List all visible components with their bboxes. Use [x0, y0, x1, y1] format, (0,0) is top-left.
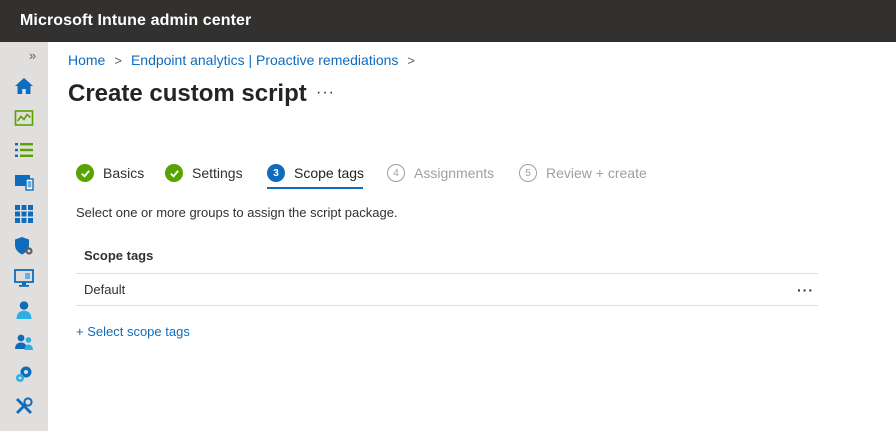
- apps-icon[interactable]: [14, 204, 34, 224]
- more-options-button[interactable]: ···: [316, 84, 335, 102]
- check-circle-icon: [165, 164, 183, 182]
- breadcrumb: Home > Endpoint analytics | Proactive re…: [68, 52, 424, 68]
- active-step-indicator: [267, 187, 363, 189]
- dashboard-icon[interactable]: [14, 108, 34, 128]
- step-scope-tags[interactable]: 3 Scope tags: [267, 162, 364, 184]
- step-number-badge: 4: [387, 164, 405, 182]
- step-basics[interactable]: Basics: [76, 162, 144, 184]
- row-more-options-button[interactable]: ···: [797, 274, 814, 306]
- step-description: Select one or more groups to assign the …: [76, 205, 398, 220]
- expand-nav-button[interactable]: »: [29, 48, 36, 63]
- reports-icon[interactable]: [14, 268, 34, 288]
- scope-tags-table: Scope tags Default ···: [76, 241, 818, 306]
- step-label: Basics: [103, 165, 145, 181]
- step-number-badge: 3: [267, 164, 285, 182]
- page-title: Create custom script: [68, 80, 307, 107]
- step-label: Settings: [192, 165, 243, 181]
- check-circle-icon: [76, 164, 94, 182]
- users-icon[interactable]: [14, 300, 34, 320]
- troubleshooting-icon[interactable]: [14, 396, 34, 416]
- breadcrumb-separator: >: [407, 52, 415, 68]
- left-nav: »: [0, 42, 48, 431]
- home-icon[interactable]: [14, 76, 34, 96]
- step-label: Scope tags: [294, 165, 365, 181]
- breadcrumb-proactive-remediations[interactable]: Endpoint analytics | Proactive remediati…: [131, 52, 398, 68]
- top-bar: Microsoft Intune admin center: [0, 0, 896, 42]
- tenant-admin-icon[interactable]: [14, 364, 34, 384]
- groups-icon[interactable]: [14, 332, 34, 352]
- step-label: Review + create: [546, 165, 647, 181]
- step-assignments[interactable]: 4 Assignments: [387, 162, 494, 184]
- endpoint-security-icon[interactable]: [14, 236, 34, 256]
- devices-icon[interactable]: [14, 172, 34, 192]
- breadcrumb-home[interactable]: Home: [68, 52, 105, 68]
- column-header-scope-tags[interactable]: Scope tags: [76, 241, 818, 274]
- table-row[interactable]: Default ···: [76, 274, 818, 306]
- scope-tag-name: Default: [84, 282, 126, 297]
- step-review-create[interactable]: 5 Review + create: [519, 162, 647, 184]
- breadcrumb-separator: >: [114, 52, 122, 68]
- step-label: Assignments: [414, 165, 495, 181]
- all-services-icon[interactable]: [14, 140, 34, 160]
- select-scope-tags-link[interactable]: + Select scope tags: [76, 324, 190, 339]
- step-settings[interactable]: Settings: [165, 162, 243, 184]
- app-title[interactable]: Microsoft Intune admin center: [20, 12, 251, 30]
- step-number-badge: 5: [519, 164, 537, 182]
